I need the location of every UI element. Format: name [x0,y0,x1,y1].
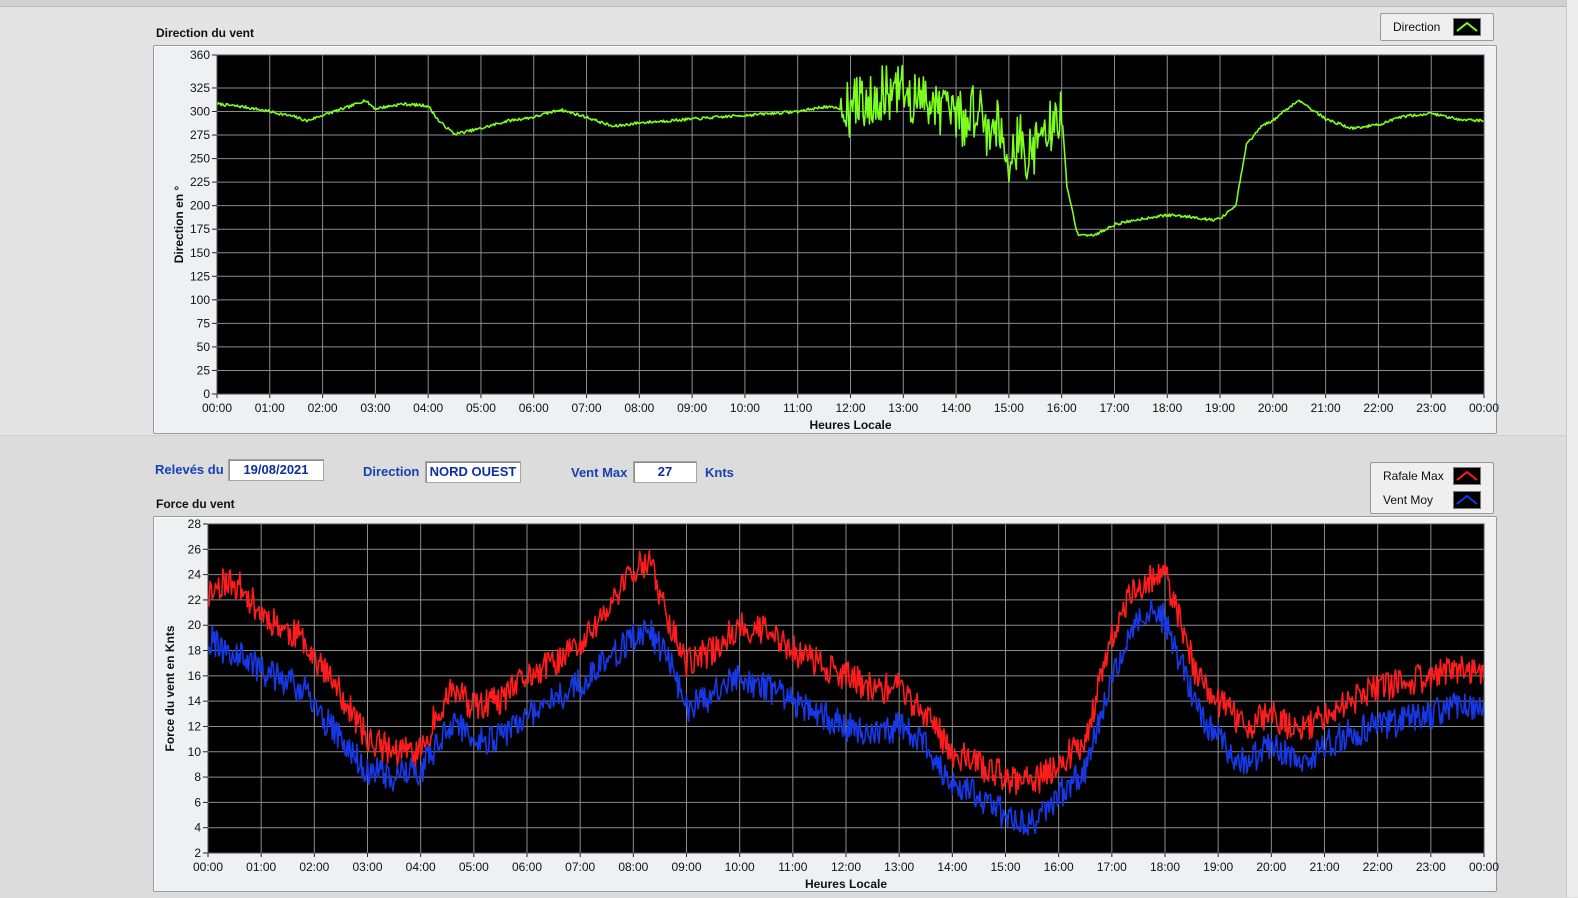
direction-xtick-label-12: 12:00 [835,401,865,415]
direction-xtick-label-16: 16:00 [1047,401,1077,415]
direction-y-axis-title: Direction en ° [172,186,186,264]
force-ytick-label-0: 2 [194,846,201,860]
direction-ytick-label-3: 75 [197,316,211,330]
direction-xtick-label-2: 02:00 [308,401,338,415]
direction-xtick-label-22: 22:00 [1363,401,1393,415]
force-xtick-label-17: 17:00 [1097,860,1127,874]
force-xtick-label-4: 04:00 [406,860,436,874]
force-xtick-label-6: 06:00 [512,860,542,874]
force-xtick-label-1: 01:00 [246,860,276,874]
force-ytick-label-3: 8 [194,770,201,784]
force-ytick-label-2: 6 [194,795,201,809]
force-ytick-label-11: 24 [188,568,202,582]
force-xtick-label-15: 15:00 [990,860,1020,874]
force-xtick-label-9: 09:00 [671,860,701,874]
force-ytick-label-4: 10 [188,745,202,759]
direction-xtick-label-8: 08:00 [624,401,654,415]
force-ytick-label-6: 14 [188,694,202,708]
force-ytick-label-1: 4 [194,821,201,835]
direction-xtick-label-4: 04:00 [413,401,443,415]
force-ytick-label-12: 26 [188,542,202,556]
force-ytick-label-5: 12 [188,719,202,733]
direction-xtick-label-6: 06:00 [519,401,549,415]
direction-xtick-label-21: 21:00 [1311,401,1341,415]
direction-xtick-label-15: 15:00 [994,401,1024,415]
direction-xtick-label-18: 18:00 [1152,401,1182,415]
force-xtick-label-2: 02:00 [299,860,329,874]
direction-xtick-label-1: 01:00 [255,401,285,415]
direction-ytick-label-11: 275 [190,128,210,142]
direction-ytick-label-8: 200 [190,199,210,213]
direction-ytick-label-13: 325 [190,81,210,95]
direction-xtick-label-24: 00:00 [1469,401,1499,415]
direction-ytick-label-4: 100 [190,293,210,307]
force-xtick-label-19: 19:00 [1203,860,1233,874]
force-xtick-label-23: 23:00 [1416,860,1446,874]
force-xtick-label-16: 16:00 [1044,860,1074,874]
direction-ytick-label-2: 50 [197,340,211,354]
direction-ytick-label-6: 150 [190,246,210,260]
force-x-axis-title: Heures Locale [805,877,887,891]
force-ytick-label-9: 20 [188,618,202,632]
force-y-axis-title: Force du vent en Knts [163,625,177,751]
force-xtick-label-3: 03:00 [352,860,382,874]
direction-xtick-label-19: 19:00 [1205,401,1235,415]
direction-ytick-label-5: 125 [190,269,210,283]
direction-xtick-label-11: 11:00 [783,401,812,415]
force-xtick-label-5: 05:00 [459,860,489,874]
direction-ytick-label-9: 225 [190,175,210,189]
direction-xtick-label-9: 09:00 [677,401,707,415]
force-xtick-label-11: 11:00 [778,860,807,874]
force-ytick-label-7: 16 [188,669,202,683]
direction-ytick-label-14: 360 [190,48,210,62]
direction-xtick-label-23: 23:00 [1416,401,1446,415]
force-xtick-label-14: 14:00 [937,860,967,874]
force-xtick-label-8: 08:00 [618,860,648,874]
force-xtick-label-18: 18:00 [1150,860,1180,874]
direction-ytick-label-12: 300 [190,105,210,119]
direction-xtick-label-17: 17:00 [1099,401,1129,415]
direction-xtick-label-5: 05:00 [466,401,496,415]
direction-xtick-label-20: 20:00 [1258,401,1288,415]
force-xtick-label-12: 12:00 [831,860,861,874]
direction-xtick-label-7: 07:00 [572,401,602,415]
direction-ytick-label-10: 250 [190,152,210,166]
direction-xtick-label-14: 14:00 [941,401,971,415]
force-xtick-label-21: 21:00 [1309,860,1339,874]
force-xtick-label-7: 07:00 [565,860,595,874]
force-ytick-label-8: 18 [188,644,202,658]
direction-xtick-label-3: 03:00 [360,401,390,415]
direction-x-axis-title: Heures Locale [809,418,891,432]
charts-svg: 0 25 50 75 100 125 150 175 200 225 250 275 300 325 360… [163,48,1499,891]
force-xtick-label-24: 00:00 [1469,860,1499,874]
direction-ytick-label-1: 25 [197,363,211,377]
force-xtick-label-13: 13:00 [884,860,914,874]
force-ytick-label-13: 28 [188,517,202,531]
direction-ytick-label-0: 0 [203,387,210,401]
direction-ytick-label-7: 175 [190,222,210,236]
force-xtick-label-10: 10:00 [725,860,755,874]
force-xtick-label-22: 22:00 [1363,860,1393,874]
force-ytick-label-10: 22 [188,593,202,607]
direction-xtick-label-0: 00:00 [202,401,232,415]
direction-xtick-label-13: 13:00 [888,401,918,415]
force-xtick-label-0: 00:00 [193,860,223,874]
direction-xtick-label-10: 10:00 [730,401,760,415]
force-xtick-label-20: 20:00 [1256,860,1286,874]
